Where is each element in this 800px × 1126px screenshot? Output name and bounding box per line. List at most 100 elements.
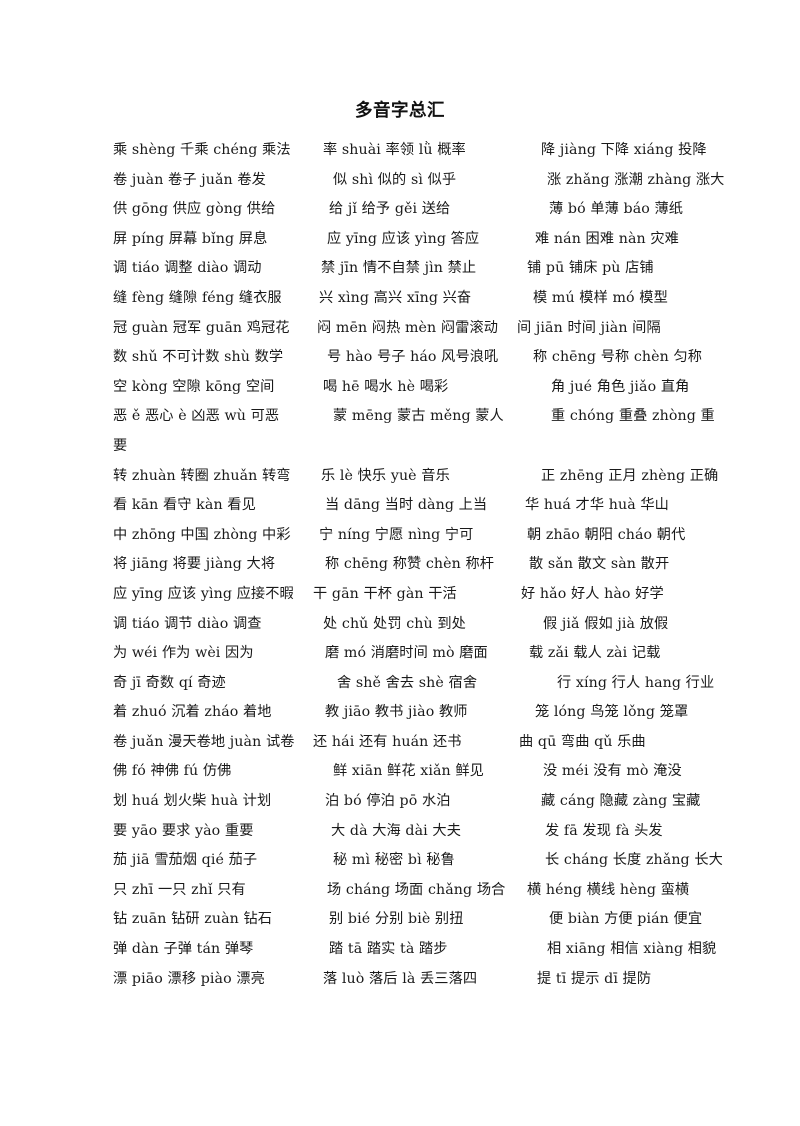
entry-row: 冠 guàn 冠军 guān 鸡冠花 闷 mēn 闷热 mèn 闷雷滚动 间 jiā… bbox=[113, 314, 703, 344]
polyphone-entry: 漂 piāo 漂移 piào 漂亮 bbox=[113, 970, 265, 987]
entry-row: 卷 juǎn 漫天卷地 juàn 试卷 还 hái 还有 huán 还书 曲 qū … bbox=[113, 728, 703, 758]
polyphone-entry: 薄 bó 单薄 báo 薄纸 bbox=[549, 201, 684, 218]
entry-row: 数 shǔ 不可计数 shù 数学 号 hào 号子 háo 风号浪吼 称 chēn… bbox=[113, 343, 703, 373]
polyphone-entry: 茄 jiā 雪茄烟 qié 茄子 bbox=[113, 852, 258, 869]
polyphone-entry: 为 wéi 作为 wèi 因为 bbox=[113, 645, 254, 662]
polyphone-entry: 鲜 xiān 鲜花 xiǎn 鲜见 bbox=[333, 763, 484, 780]
polyphone-entry: 踏 tā 踏实 tà 踏步 bbox=[329, 941, 448, 958]
document-page: 多音字总汇 乘 shèng 千乘 chéng 乘法 率 shuài 率领 lǜ 概… bbox=[0, 0, 800, 1126]
entry-row: 划 huá 划火柴 huà 计划 泊 bó 停泊 pō 水泊 藏 cáng 隐藏 z… bbox=[113, 787, 703, 817]
polyphone-entry: 载 zǎi 载人 zài 记载 bbox=[529, 645, 661, 662]
polyphone-entry: 磨 mó 消磨时间 mò 磨面 bbox=[325, 645, 488, 662]
entry-row: 卷 juàn 卷子 juǎn 卷发 似 shì 似的 sì 似乎 涨 zhǎng 涨… bbox=[113, 166, 724, 196]
polyphone-entry: 着 zhuó 沉着 zháo 着地 bbox=[113, 704, 272, 721]
polyphone-entry: 没 méi 没有 mò 淹没 bbox=[543, 763, 682, 780]
polyphone-entry: 铺 pū 铺床 pù 店铺 bbox=[527, 260, 654, 277]
polyphone-entry: 划 huá 划火柴 huà 计划 bbox=[113, 793, 272, 810]
polyphone-entry: 率 shuài 率领 lǜ 概率 bbox=[323, 142, 466, 158]
polyphone-entry: 似 shì 似的 sì 似乎 bbox=[333, 171, 457, 188]
polyphone-entry: 称 chēng 称赞 chèn 称杆 bbox=[325, 556, 495, 573]
entry-row-wrapped-tail: 要 bbox=[113, 437, 128, 454]
entry-row: 要 yāo 要求 yào 重要 大 dà 大海 dài 大夫 发 fā 发现 fà … bbox=[113, 817, 703, 847]
polyphone-entry: 只 zhī 一只 zhǐ 只有 bbox=[113, 881, 246, 898]
polyphone-entry: 应 yīng 应该 yìng 应接不暇 bbox=[113, 585, 294, 602]
entry-row: 应 yīng 应该 yìng 应接不暇 干 gān 干杯 gàn 干活 好 hǎo … bbox=[113, 580, 703, 610]
polyphone-entry: 卷 juǎn 漫天卷地 juàn 试卷 bbox=[113, 733, 295, 750]
polyphone-entry: 泊 bó 停泊 pō 水泊 bbox=[325, 793, 451, 810]
entry-row: 钻 zuān 钻研 zuàn 钻石 别 bié 分别 biè 别扭 便 biàn 方… bbox=[113, 905, 703, 935]
polyphone-entry: 乐 lè 快乐 yuè 音乐 bbox=[321, 467, 450, 484]
polyphone-entry: 舍 shě 舍去 shè 宿舍 bbox=[337, 674, 478, 691]
polyphone-entry: 涨 zhǎng 涨潮 zhàng 涨大 bbox=[547, 171, 725, 188]
entry-row: 供 gōng 供应 gòng 供给 给 jǐ 给予 gěi 送给 薄 bó 单薄 b… bbox=[113, 195, 703, 225]
polyphone-entry: 行 xíng 行人 hang 行业 bbox=[557, 674, 715, 691]
polyphone-entry: 发 fā 发现 fà 头发 bbox=[545, 822, 663, 839]
polyphone-entry-list: 乘 shèng 千乘 chéng 乘法 率 shuài 率领 lǜ 概率 降 jià… bbox=[113, 136, 724, 995]
polyphone-entry: 号 hào 号子 háo 风号浪吼 bbox=[327, 349, 499, 366]
polyphone-entry: 禁 jīn 情不自禁 jìn 禁止 bbox=[321, 260, 477, 277]
polyphone-entry: 便 biàn 方便 pián 便宜 bbox=[549, 911, 703, 928]
polyphone-entry: 场 cháng 场面 chǎng 场合 bbox=[327, 881, 506, 898]
polyphone-entry: 缝 fèng 缝隙 féng 缝衣服 bbox=[113, 289, 282, 306]
entry-row: 屏 píng 屏幕 bǐng 屏息 应 yīng 应该 yìng 答应 难 nán … bbox=[113, 225, 703, 255]
polyphone-entry: 落 luò 落后 là 丢三落四 bbox=[323, 970, 478, 987]
polyphone-entry: 还 hái 还有 huán 还书 bbox=[313, 733, 462, 750]
entry-row: 漂 piāo 漂移 piào 漂亮 落 luò 落后 là 丢三落四 提 tī 提示… bbox=[113, 965, 703, 995]
polyphone-entry: 数 shǔ 不可计数 shù 数学 bbox=[113, 349, 284, 366]
entry-row: 着 zhuó 沉着 zháo 着地 教 jiāo 教书 jiào 教师 笼 lóng… bbox=[113, 698, 703, 728]
polyphone-entry: 角 jué 角色 jiǎo 直角 bbox=[551, 378, 690, 395]
polyphone-entry: 钻 zuān 钻研 zuàn 钻石 bbox=[113, 911, 273, 928]
polyphone-entry: 乘 shèng 千乘 chéng 乘法 bbox=[113, 142, 291, 158]
entry-row: 茄 jiā 雪茄烟 qié 茄子 秘 mì 秘密 bì 秘鲁 长 cháng 长度 … bbox=[113, 846, 723, 876]
polyphone-entry: 横 héng 横线 hèng 蛮横 bbox=[527, 881, 690, 898]
polyphone-entry: 朝 zhāo 朝阳 cháo 朝代 bbox=[527, 526, 686, 543]
entry-row: 中 zhōng 中国 zhòng 中彩 宁 níng 宁愿 nìng 宁可 朝 zh… bbox=[113, 521, 703, 551]
polyphone-entry: 降 jiàng 下降 xiáng 投降 bbox=[541, 142, 707, 158]
polyphone-entry: 屏 píng 屏幕 bǐng 屏息 bbox=[113, 230, 268, 247]
polyphone-entry: 散 sǎn 散文 sàn 散开 bbox=[529, 556, 670, 573]
polyphone-entry: 宁 níng 宁愿 nìng 宁可 bbox=[319, 526, 474, 543]
entry-row: 恶 ě 恶心 è 凶恶 wù 可恶 蒙 mēng 蒙古 měng 蒙人 重 chón… bbox=[113, 402, 715, 432]
polyphone-entry: 干 gān 干杯 gàn 干活 bbox=[313, 585, 457, 602]
polyphone-entry: 藏 cáng 隐藏 zàng 宝藏 bbox=[541, 793, 701, 810]
polyphone-entry: 教 jiāo 教书 jiào 教师 bbox=[325, 704, 468, 721]
polyphone-entry: 处 chǔ 处罚 chù 到处 bbox=[323, 615, 466, 632]
entry-row: 缝 fèng 缝隙 féng 缝衣服 兴 xìng 高兴 xīng 兴奋 模 mú … bbox=[113, 284, 703, 314]
polyphone-entry: 给 jǐ 给予 gěi 送给 bbox=[329, 201, 451, 218]
polyphone-entry: 别 bié 分别 biè 别扭 bbox=[329, 911, 464, 928]
entry-row: 奇 jī 奇数 qí 奇迹 舍 shě 舍去 shè 宿舍 行 xíng 行人 ha… bbox=[113, 669, 714, 699]
polyphone-entry: 要 yāo 要求 yào 重要 bbox=[113, 822, 254, 839]
polyphone-entry: 假 jiǎ 假如 jià 放假 bbox=[543, 615, 669, 632]
entry-row: 只 zhī 一只 zhǐ 只有 场 cháng 场面 chǎng 场合 横 héng… bbox=[113, 876, 703, 906]
polyphone-entry: 笼 lóng 鸟笼 lǒng 笼罩 bbox=[535, 704, 689, 721]
polyphone-entry: 将 jiāng 将要 jiàng 大将 bbox=[113, 556, 276, 573]
polyphone-entry: 华 huá 才华 huà 华山 bbox=[525, 497, 669, 514]
polyphone-entry: 转 zhuàn 转圈 zhuǎn 转弯 bbox=[113, 467, 291, 484]
polyphone-entry: 曲 qū 弯曲 qǔ 乐曲 bbox=[519, 733, 646, 750]
polyphone-entry: 空 kòng 空隙 kōng 空间 bbox=[113, 378, 275, 395]
polyphone-entry: 看 kān 看守 kàn 看见 bbox=[113, 497, 256, 514]
polyphone-entry: 兴 xìng 高兴 xīng 兴奋 bbox=[319, 289, 472, 306]
polyphone-entry: 当 dāng 当时 dàng 上当 bbox=[325, 497, 488, 514]
polyphone-entry: 应 yīng 应该 yìng 答应 bbox=[327, 230, 480, 247]
entry-row: 调 tiáo 调节 diào 调查 处 chǔ 处罚 chù 到处 假 jiǎ 假如… bbox=[113, 610, 703, 640]
polyphone-entry: 长 cháng 长度 zhǎng 长大 bbox=[545, 852, 723, 869]
polyphone-entry: 喝 hē 喝水 hè 喝彩 bbox=[323, 378, 449, 395]
polyphone-entry: 提 tī 提示 dī 提防 bbox=[537, 970, 652, 987]
polyphone-entry: 模 mú 模样 mó 模型 bbox=[533, 289, 668, 306]
polyphone-entry: 冠 guàn 冠军 guān 鸡冠花 bbox=[113, 319, 290, 336]
polyphone-entry: 弹 dàn 子弹 tán 弹琴 bbox=[113, 941, 254, 958]
polyphone-entry: 中 zhōng 中国 zhòng 中彩 bbox=[113, 526, 291, 543]
polyphone-entry: 好 hǎo 好人 hào 好学 bbox=[521, 585, 664, 602]
entry-row: 为 wéi 作为 wèi 因为 磨 mó 消磨时间 mò 磨面 载 zǎi 载人 z… bbox=[113, 639, 703, 669]
polyphone-entry: 间 jiān 时间 jiàn 间隔 bbox=[517, 319, 661, 336]
entry-row: 转 zhuàn 转圈 zhuǎn 转弯 乐 lè 快乐 yuè 音乐 正 zhēng… bbox=[113, 462, 718, 492]
polyphone-entry: 秘 mì 秘密 bì 秘鲁 bbox=[333, 852, 455, 869]
polyphone-entry: 调 tiáo 调节 diào 调查 bbox=[113, 615, 262, 632]
polyphone-entry: 卷 juàn 卷子 juǎn 卷发 bbox=[113, 171, 266, 188]
polyphone-entry: 相 xiāng 相信 xiàng 相貌 bbox=[547, 941, 717, 958]
page-title: 多音字总汇 bbox=[355, 101, 445, 121]
polyphone-entry: 奇 jī 奇数 qí 奇迹 bbox=[113, 674, 226, 691]
polyphone-entry: 供 gōng 供应 gòng 供给 bbox=[113, 201, 276, 218]
entry-row: 乘 shèng 千乘 chéng 乘法 率 shuài 率领 lǜ 概率 降 jià… bbox=[113, 136, 707, 166]
